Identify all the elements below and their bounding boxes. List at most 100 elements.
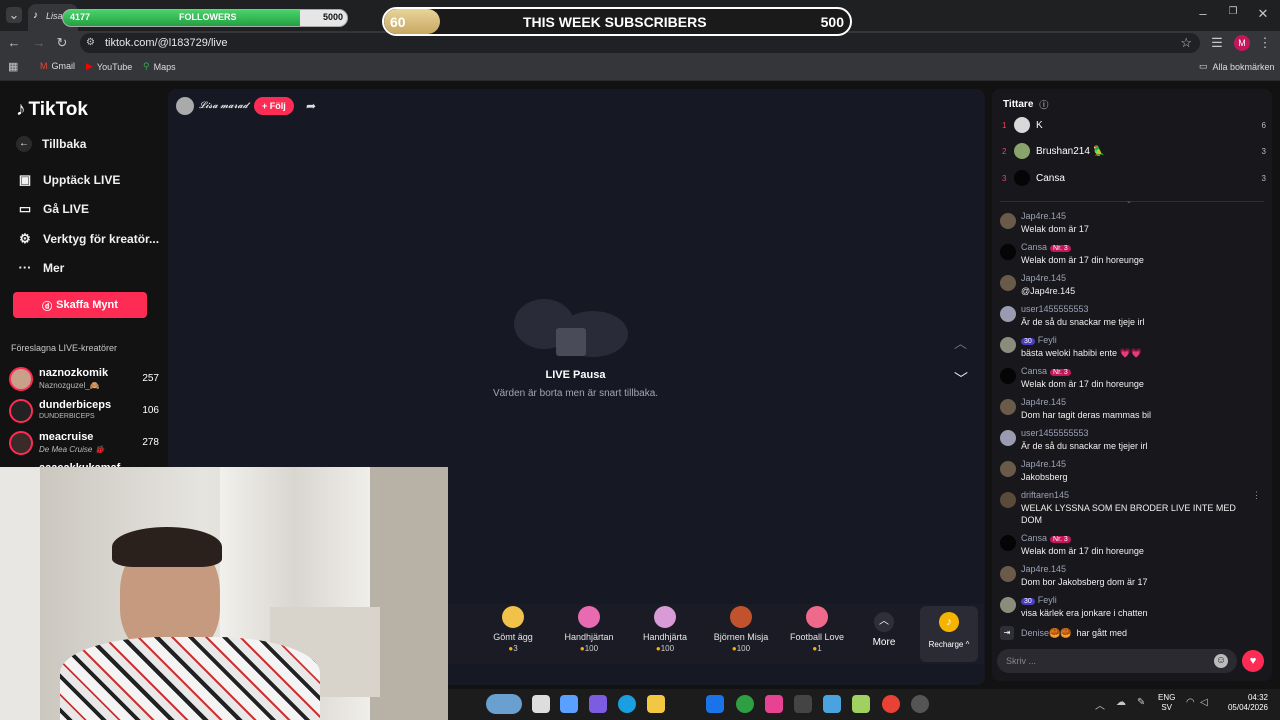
gift-item[interactable]: Football Love ●1: [782, 606, 852, 653]
host-name[interactable]: 𝓛𝓲𝓼𝓪 𝓶𝓪𝓻𝓪𝓭: [199, 100, 248, 111]
cloud-icon[interactable]: ☁: [1116, 697, 1126, 708]
chat-username[interactable]: Cansa Nr. 3: [1021, 366, 1071, 376]
security-icon[interactable]: [736, 695, 754, 713]
reload-icon[interactable]: ↻: [55, 35, 69, 51]
chat-username[interactable]: Jap4re.145: [1021, 564, 1066, 574]
viewer-rank-row[interactable]: 3 Cansa 3: [1002, 170, 1266, 186]
menu-icon[interactable]: ⋮: [1259, 35, 1272, 51]
more-gifts-button[interactable]: ︿ More: [864, 612, 904, 648]
chat-username[interactable]: Jap4re.145: [1021, 397, 1066, 407]
nav-creator-tools[interactable]: ⚙ Verktyg för kreatör...: [16, 231, 159, 247]
bookmark-star-icon[interactable]: ☆: [1180, 33, 1192, 53]
address-bar[interactable]: ⚙ tiktok.com/@l183729/live ☆: [80, 33, 1200, 53]
widgets-icon[interactable]: [486, 694, 522, 714]
info-icon[interactable]: ⓘ: [1039, 98, 1048, 111]
creator-item[interactable]: meacruise De Mea Cruise 🐞 278: [9, 429, 159, 457]
gift-item[interactable]: Handhjärta ●100: [630, 606, 700, 653]
nav-more[interactable]: ··· Mer: [16, 260, 65, 275]
expand-icon[interactable]: ⌄: [1126, 197, 1132, 205]
close-icon[interactable]: ✕: [1256, 6, 1270, 22]
chat-username[interactable]: Jap4re.145: [1021, 459, 1066, 469]
bookmark-youtube[interactable]: ▶ YouTube: [86, 61, 132, 72]
volume-icon[interactable]: ◁: [1200, 697, 1208, 708]
chat-message[interactable]: user1455555553 Är de så du snackar me tje…: [1000, 428, 1250, 456]
chat-username[interactable]: Cansa Nr. 3: [1021, 242, 1071, 252]
bookmark-maps[interactable]: ⚲ Maps: [143, 61, 176, 72]
wifi-icon[interactable]: ◠: [1186, 697, 1195, 708]
chat-avatar[interactable]: [1000, 461, 1016, 477]
chat-avatar[interactable]: [1000, 399, 1016, 415]
chat-avatar[interactable]: [1000, 275, 1016, 291]
chat-avatar[interactable]: [1000, 430, 1016, 446]
language-indicator[interactable]: ENG SV: [1158, 693, 1175, 713]
chat-avatar[interactable]: [1000, 566, 1016, 582]
chat-username[interactable]: 30 Feyli: [1021, 335, 1057, 345]
back-icon[interactable]: ←: [7, 35, 21, 50]
gift-item[interactable]: Björnen Misja ●100: [706, 606, 776, 653]
like-heart-icon[interactable]: ♥: [1242, 650, 1264, 672]
photos-icon[interactable]: [823, 695, 841, 713]
chat-message[interactable]: 30 Feyli bästa weloki habibi ente 💗💗: [1000, 335, 1250, 363]
teams-icon[interactable]: [589, 695, 607, 713]
gift-item[interactable]: Gömt ägg ●3: [478, 606, 548, 653]
chat-message[interactable]: Cansa Nr. 3 Welak dom är 17 din horeunge: [1000, 533, 1250, 561]
chat-avatar[interactable]: [1000, 597, 1016, 613]
chat-avatar[interactable]: [1000, 306, 1016, 322]
chat-avatar[interactable]: [1000, 244, 1016, 260]
chat-avatar[interactable]: [1000, 368, 1016, 384]
restore-icon[interactable]: ❐: [1226, 6, 1240, 17]
chat-username[interactable]: Jap4re.145: [1021, 211, 1066, 221]
viewer-rank-row[interactable]: 2 Brushan214 🦜 3: [1002, 143, 1266, 159]
m365-icon[interactable]: [765, 695, 783, 713]
chat-input[interactable]: Skriv ... ☺: [997, 649, 1237, 673]
task-view-icon[interactable]: [532, 695, 550, 713]
file-explorer-icon[interactable]: [647, 695, 665, 713]
chat-avatar[interactable]: [1000, 535, 1016, 551]
mail-icon[interactable]: [706, 695, 724, 713]
message-menu-icon[interactable]: ⋮: [1252, 490, 1261, 501]
chat-message[interactable]: Jap4re.145 Dom har tagit deras mammas bil: [1000, 397, 1250, 425]
all-bookmarks[interactable]: ▭ Alla bokmärken: [1199, 61, 1275, 72]
back-link[interactable]: ← Tillbaka: [16, 136, 86, 152]
get-coins-button[interactable]: ⓓ Skaffa Mynt: [13, 292, 147, 318]
chat-username[interactable]: Jap4re.145: [1021, 273, 1066, 283]
viewer-rank-row[interactable]: 1 K 6: [1002, 117, 1266, 133]
chat-message[interactable]: driftaren145 WELAK LYSSNA SOM EN BRODER L…: [1000, 490, 1261, 530]
chat-username[interactable]: user1455555553: [1021, 304, 1089, 314]
gift-item[interactable]: Handhjärtan ●100: [554, 606, 624, 653]
chat-message[interactable]: Jap4re.145 Jakobsberg: [1000, 459, 1250, 487]
obs-icon[interactable]: [911, 695, 929, 713]
profile-avatar[interactable]: M: [1234, 35, 1250, 51]
share-icon[interactable]: ➦: [306, 99, 316, 113]
host-avatar[interactable]: [176, 97, 194, 115]
clock[interactable]: 04:32 05/04/2026: [1224, 693, 1268, 713]
media-control-icon[interactable]: ☰: [1210, 35, 1224, 51]
site-info-icon[interactable]: ⚙: [86, 33, 95, 53]
emoji-icon[interactable]: ☺: [1214, 654, 1228, 668]
chat-username[interactable]: Cansa Nr. 3: [1021, 533, 1071, 543]
chat-message[interactable]: user1455555553 Är de så du snackar me tje…: [1000, 304, 1250, 332]
nav-go-live[interactable]: ▭ Gå LIVE: [16, 201, 89, 217]
tiktok-logo[interactable]: ♪ TikTok: [16, 99, 88, 121]
follow-button[interactable]: + Följ: [254, 97, 294, 115]
chat-avatar[interactable]: [1000, 213, 1016, 229]
chat-avatar[interactable]: [1000, 492, 1016, 508]
creator-item[interactable]: dunderbiceps DUNDERBICEPS 106: [9, 397, 159, 425]
bookmark-gmail[interactable]: M Gmail: [40, 61, 75, 71]
chat-message[interactable]: Jap4re.145 Dom bor Jakobsberg dom är 17: [1000, 564, 1250, 592]
tray-chevron-icon[interactable]: ︿: [1095, 697, 1105, 712]
chat-username[interactable]: user1455555553: [1021, 428, 1089, 438]
app-icon[interactable]: [852, 695, 870, 713]
chat-message[interactable]: Jap4re.145 Welak dom är 17: [1000, 211, 1250, 239]
chat-username[interactable]: 30 Feyli: [1021, 595, 1057, 605]
forward-icon[interactable]: →: [32, 35, 46, 50]
minimize-icon[interactable]: –: [1196, 6, 1210, 21]
chat-avatar[interactable]: [1000, 337, 1016, 353]
creator-item[interactable]: naznozkomik Naznozguzel_🙈 257: [9, 365, 159, 393]
chat-message[interactable]: 30 Feyli visa kärlek era jonkare i chatten: [1000, 595, 1250, 623]
recharge-button[interactable]: ♪ Recharge ^: [920, 606, 978, 662]
chat-message[interactable]: Jap4re.145 @Jap4re.145: [1000, 273, 1250, 301]
edge-icon[interactable]: [618, 695, 636, 713]
app-icon[interactable]: [794, 695, 812, 713]
chevron-up-icon[interactable]: ︿: [954, 333, 967, 352]
